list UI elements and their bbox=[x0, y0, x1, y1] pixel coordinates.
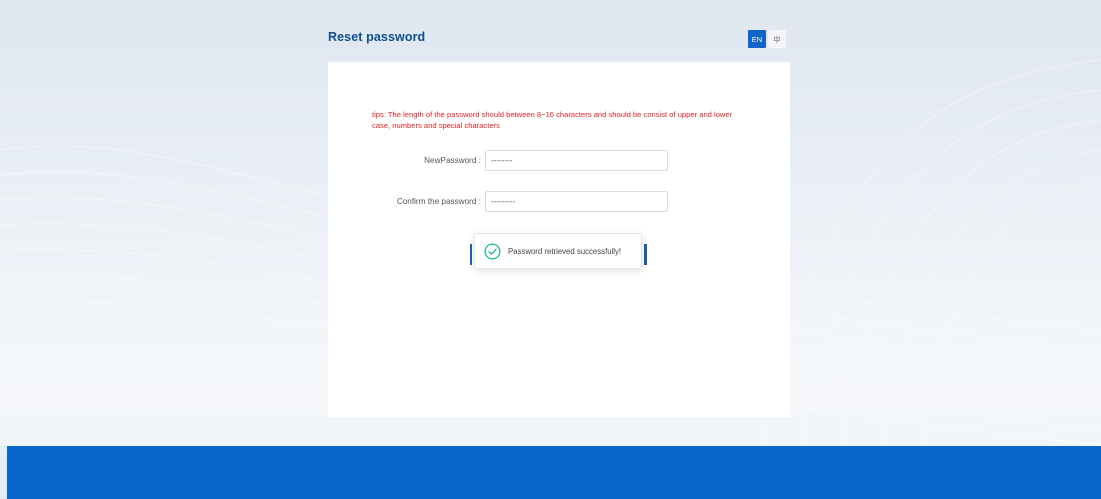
new-password-row: NewPassword : bbox=[328, 150, 790, 173]
confirm-password-row: Confirm the password : bbox=[328, 191, 790, 214]
password-tips: tips: The length of the password should … bbox=[372, 110, 733, 130]
toast-message: Password retrieved successfully! bbox=[508, 246, 622, 256]
lang-option-zh[interactable]: 中 bbox=[768, 30, 786, 48]
lang-option-en[interactable]: EN bbox=[748, 30, 766, 48]
check-circle-icon bbox=[484, 242, 501, 260]
confirm-password-label: Confirm the password : bbox=[396, 197, 481, 206]
new-password-label: NewPassword : bbox=[424, 156, 481, 165]
confirm-password-input[interactable] bbox=[485, 191, 668, 212]
footer-bar bbox=[7, 446, 1101, 499]
success-toast: Password retrieved successfully! bbox=[474, 233, 642, 269]
language-switcher: EN 中 bbox=[748, 30, 786, 48]
new-password-input[interactable] bbox=[485, 150, 668, 171]
page-title: Reset password bbox=[328, 30, 426, 44]
reset-password-page: Reset password EN 中 tips: The length of … bbox=[0, 0, 1101, 499]
